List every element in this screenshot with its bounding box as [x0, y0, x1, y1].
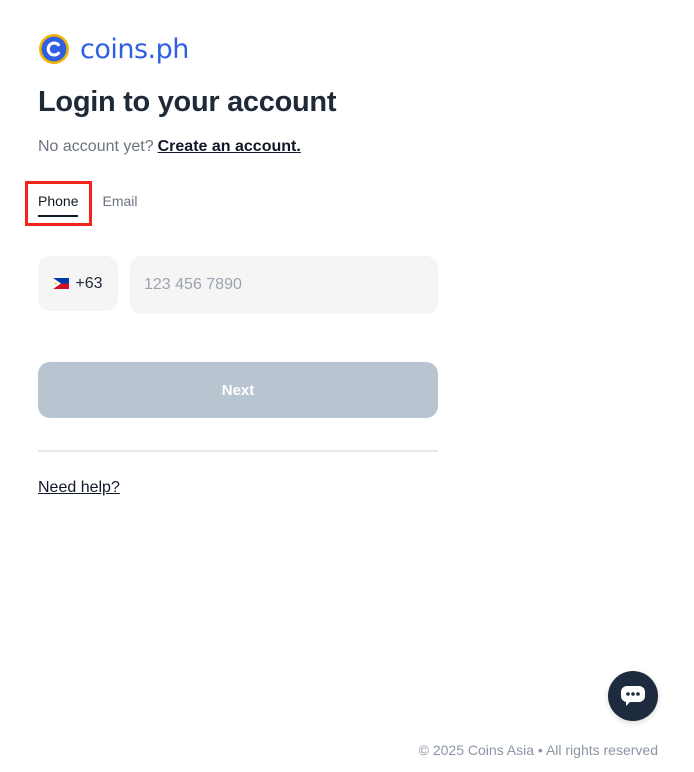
- page-title: Login to your account: [38, 86, 337, 118]
- philippines-flag-icon: [53, 278, 70, 289]
- country-code-select[interactable]: +63: [38, 256, 118, 311]
- country-code: +63: [75, 274, 103, 292]
- tab-phone[interactable]: Phone: [38, 193, 79, 217]
- chat-support-button[interactable]: [608, 671, 658, 721]
- tab-email[interactable]: Email: [102, 193, 137, 217]
- coins-c-logo-icon: [39, 34, 69, 64]
- divider: [38, 450, 438, 452]
- login-page: coins.ph Login to your account No accoun…: [0, 0, 694, 772]
- signup-prompt: No account yet? Create an account.: [38, 138, 301, 156]
- need-help-link[interactable]: Need help?: [38, 479, 120, 497]
- phone-number-input[interactable]: [130, 256, 438, 314]
- next-button[interactable]: Next: [38, 362, 438, 418]
- create-account-link[interactable]: Create an account.: [158, 138, 301, 155]
- chat-bubble-icon: [621, 686, 645, 706]
- brand-logo[interactable]: coins.ph: [38, 33, 189, 65]
- footer-copyright: © 2025 Coins Asia • All rights reserved: [418, 742, 658, 758]
- login-method-tabs: Phone Email: [38, 193, 138, 217]
- no-account-text: No account yet?: [38, 138, 154, 155]
- brand-name: coins.ph: [80, 33, 189, 65]
